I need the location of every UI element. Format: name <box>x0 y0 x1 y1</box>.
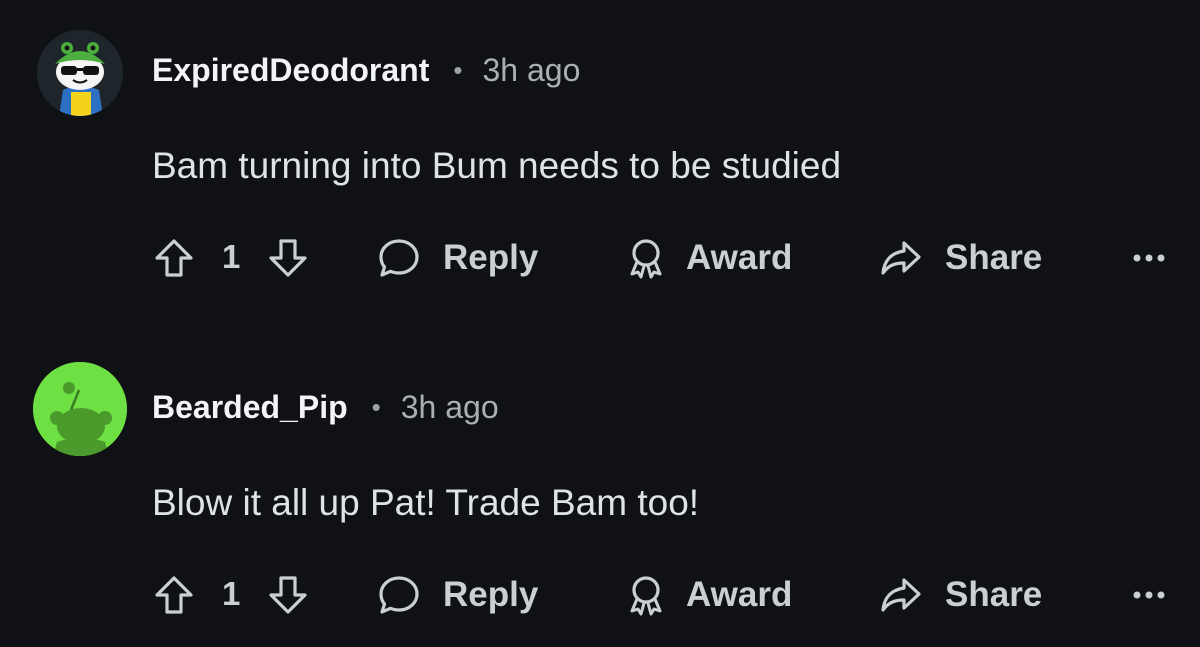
downvote-arrow-icon <box>269 239 307 277</box>
vote-count: 1 <box>222 238 241 275</box>
default-snoo-avatar-icon <box>33 362 127 456</box>
comment-header: ExpiredDeodorant • 3h ago <box>152 52 580 89</box>
share-button[interactable]: Share <box>879 236 1042 280</box>
comment-body: Blow it all up Pat! Trade Bam too! <box>152 482 700 523</box>
reply-button[interactable]: Reply <box>377 236 538 280</box>
more-options-button[interactable] <box>1127 236 1171 280</box>
speech-bubble-icon <box>379 576 419 614</box>
share-arrow-icon <box>881 241 921 275</box>
timestamp[interactable]: 3h ago <box>482 52 580 89</box>
share-label: Share <box>945 575 1043 614</box>
username[interactable]: Bearded_Pip <box>152 389 348 426</box>
award-button[interactable]: Award <box>624 573 792 617</box>
ellipsis-icon <box>1133 591 1165 599</box>
share-label: Share <box>945 238 1043 277</box>
comment-header: Bearded_Pip • 3h ago <box>152 389 499 426</box>
award-ribbon-icon <box>630 576 662 616</box>
award-ribbon-icon <box>630 239 662 279</box>
more-options-button[interactable] <box>1127 573 1171 617</box>
downvote-arrow-icon <box>269 576 307 614</box>
upvote-arrow-icon <box>155 576 193 614</box>
vote-count: 1 <box>222 575 241 612</box>
comment-thread: ExpiredDeodorant • 3h ago Bam turning in… <box>0 0 1200 647</box>
upvote-arrow-icon <box>155 239 193 277</box>
separator-dot: • <box>371 392 381 422</box>
share-arrow-icon <box>881 578 921 612</box>
award-label: Award <box>686 575 793 614</box>
snoo-avatar-icon <box>37 30 123 116</box>
award-button[interactable]: Award <box>624 236 792 280</box>
upvote-button[interactable] <box>152 573 196 617</box>
downvote-button[interactable] <box>266 236 310 280</box>
separator-dot: • <box>453 55 463 85</box>
downvote-button[interactable] <box>266 573 310 617</box>
speech-bubble-icon <box>379 239 419 277</box>
comment-body: Bam turning into Bum needs to be studied <box>152 145 842 186</box>
upvote-button[interactable] <box>152 236 196 280</box>
reply-label: Reply <box>443 575 539 614</box>
award-label: Award <box>686 238 793 277</box>
reply-button[interactable]: Reply <box>377 573 538 617</box>
share-button[interactable]: Share <box>879 573 1042 617</box>
comment-actions: 1 Reply Award Share <box>152 573 1172 617</box>
timestamp[interactable]: 3h ago <box>401 389 499 426</box>
user-avatar[interactable] <box>37 30 123 116</box>
user-avatar[interactable] <box>33 362 127 456</box>
ellipsis-icon <box>1133 254 1165 262</box>
reply-label: Reply <box>443 238 539 277</box>
comment-actions: 1 Reply Award Share <box>152 236 1172 280</box>
username[interactable]: ExpiredDeodorant <box>152 52 429 89</box>
